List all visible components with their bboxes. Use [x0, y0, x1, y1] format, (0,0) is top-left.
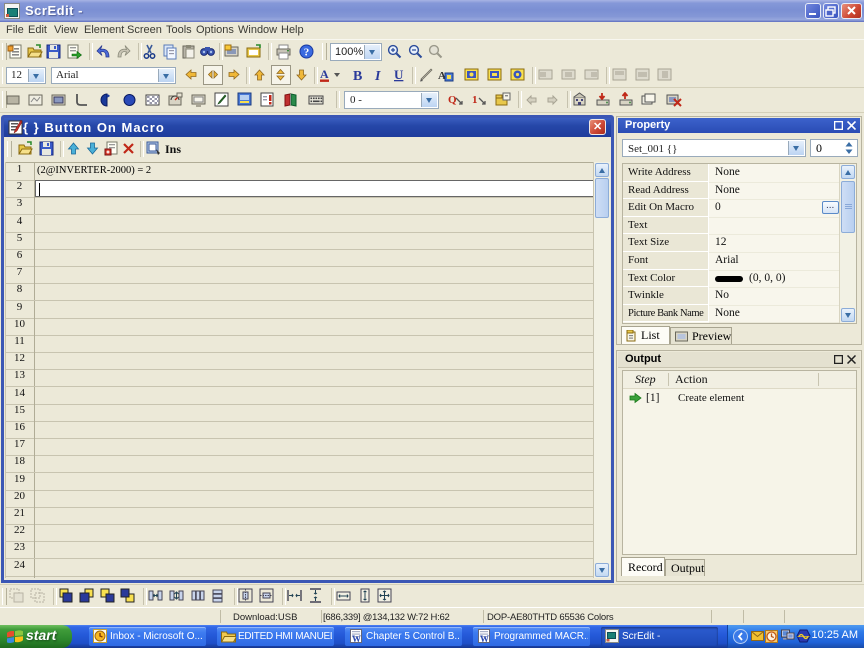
svg-text:U: U — [394, 67, 404, 82]
svg-text:B: B — [353, 69, 362, 84]
svg-text:?: ? — [304, 47, 310, 59]
svg-text:1: 1 — [472, 94, 478, 106]
svg-text:W: W — [480, 634, 489, 644]
svg-text:W: W — [352, 634, 361, 644]
svg-text:Q: Q — [448, 94, 457, 106]
svg-text:I: I — [374, 69, 381, 84]
svg-text:A: A — [320, 67, 329, 81]
